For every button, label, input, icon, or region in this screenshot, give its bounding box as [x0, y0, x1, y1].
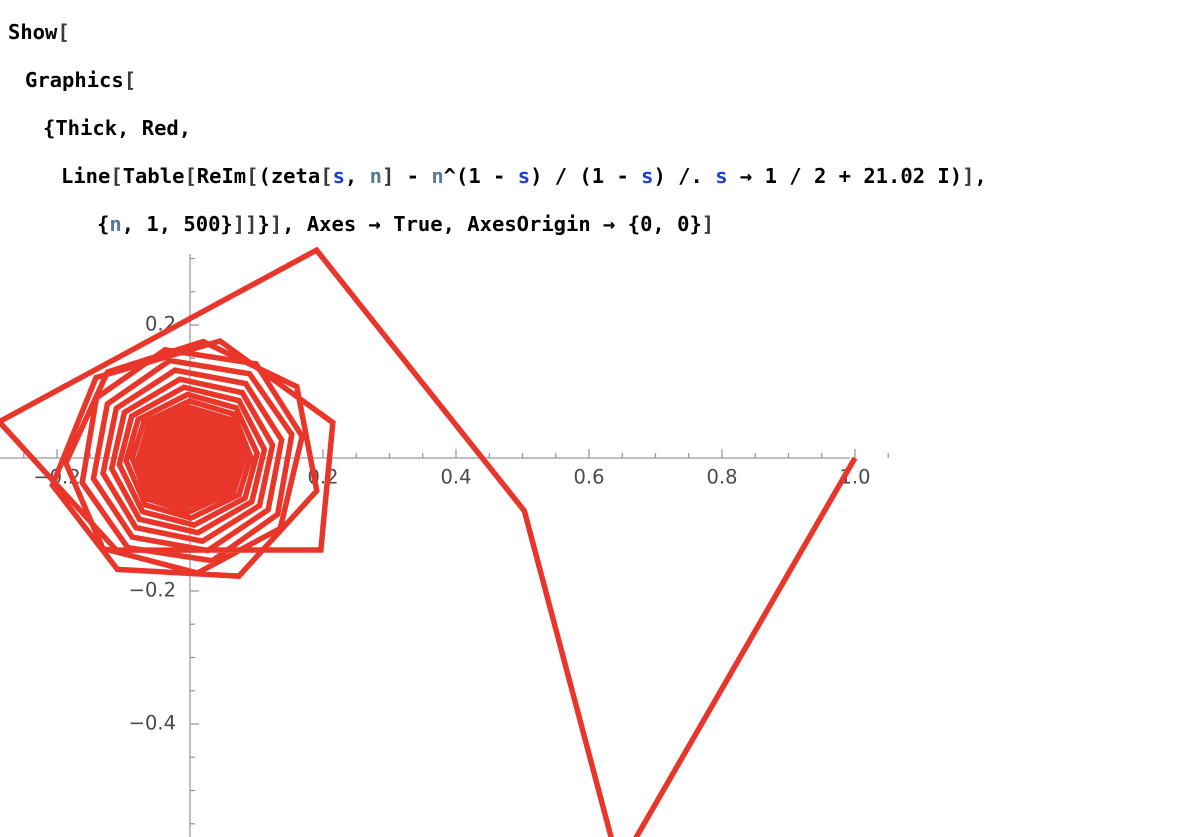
- y-tick-label: −0.2: [129, 579, 176, 602]
- code-token: -: [394, 164, 432, 188]
- code-bracket: ]: [381, 164, 395, 188]
- code-token: (zeta: [258, 164, 321, 188]
- code-symbol-s: s: [517, 164, 531, 188]
- code-symbol-n: n: [369, 164, 382, 188]
- code-token: ^: [443, 164, 456, 188]
- code-token: Line: [61, 164, 111, 188]
- code-bracket: ]: [962, 164, 975, 188]
- code-token: Show: [8, 20, 58, 44]
- axes-group: −0.20.20.40.60.81.0 0.2−0.2−0.4−0.6: [0, 254, 889, 837]
- code-line[interactable]: Graphics[: [0, 56, 1200, 104]
- code-line[interactable]: Show[: [0, 8, 1200, 56]
- code-token: Graphics: [25, 68, 124, 92]
- x-tick-label: 0.8: [706, 465, 737, 488]
- code-token: Table: [122, 164, 185, 188]
- code-token: {Thick, Red,: [43, 116, 192, 140]
- code-bracket: [: [57, 20, 70, 44]
- y-tick-label: −0.4: [129, 712, 176, 735]
- code-token: ) / (1 -: [530, 164, 642, 188]
- x-tick-label: 0.6: [573, 465, 604, 488]
- notebook-input-cell[interactable]: Show[ Graphics[ {Thick, Red, Line[Table[…: [0, 0, 1200, 248]
- code-bracket: [: [246, 164, 259, 188]
- zeta-spiral-polyline: [0, 246, 858, 837]
- code-symbol-s: s: [715, 164, 728, 188]
- code-token: ,: [974, 164, 987, 188]
- code-bracket: [: [123, 68, 137, 92]
- code-token: → 1 / 2 + 21.02 I): [727, 164, 963, 188]
- code-bracket: [: [110, 164, 123, 188]
- code-symbol-s: s: [641, 164, 654, 188]
- code-token: ) /.: [653, 164, 716, 188]
- code-token: (1 -: [456, 164, 518, 188]
- plot-canvas: −0.20.20.40.60.81.0 0.2−0.2−0.4−0.6: [0, 246, 889, 837]
- data-group: [0, 246, 858, 837]
- code-symbol-s: s: [332, 164, 345, 188]
- code-token: ,: [344, 164, 370, 188]
- code-token: ReIm: [196, 164, 247, 188]
- notebook-output-graphics-cell[interactable]: −0.20.20.40.60.81.0 0.2−0.2−0.4−0.6: [0, 232, 1200, 837]
- code-line[interactable]: Line[Table[ReIm[(zeta[s, n] - n^(1 - s) …: [0, 152, 1200, 200]
- x-tick-label: 0.4: [440, 465, 471, 488]
- code-symbol-n: n: [431, 164, 444, 188]
- code-bracket: [: [320, 164, 333, 188]
- code-bracket: [: [184, 164, 197, 188]
- code-line[interactable]: {Thick, Red,: [0, 104, 1200, 152]
